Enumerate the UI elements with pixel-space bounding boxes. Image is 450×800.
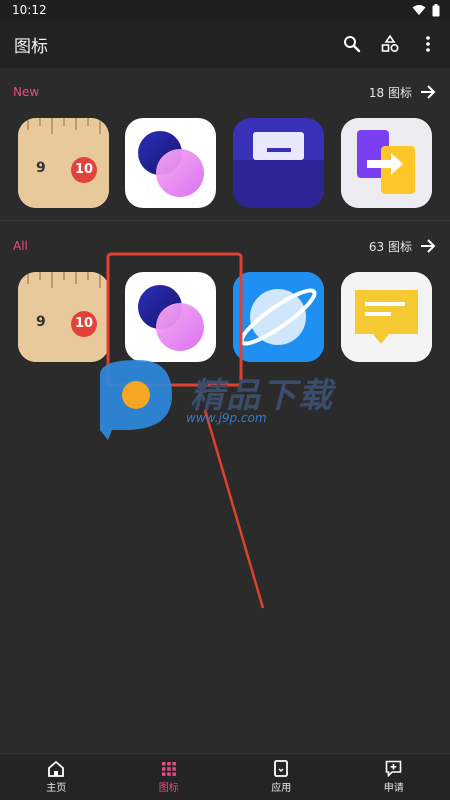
circles-app-icon[interactable] (125, 272, 216, 362)
add-box-icon (385, 760, 402, 777)
ruler-app-icon[interactable]: 9 10 (18, 272, 109, 362)
icon-row-new: 9 10 (18, 118, 432, 208)
more-vert-icon (426, 36, 430, 52)
section-new-count: 18 图标 (368, 85, 412, 100)
nav-item-icons[interactable]: 图标 (113, 754, 226, 800)
section-new-more[interactable]: 18 图标 (369, 84, 436, 101)
planet-browser-icon[interactable] (233, 272, 324, 362)
status-time: 10:12 (12, 3, 47, 17)
nav-item-apps-label: 应用 (271, 783, 292, 794)
nav-item-home-label: 主页 (46, 782, 67, 794)
status-bar: 10:12 (0, 0, 450, 20)
watermark-text: 精品下载 (190, 376, 334, 416)
battery-icon (432, 3, 440, 16)
arrow-right-icon (421, 239, 436, 253)
shapes-button[interactable] (378, 32, 402, 56)
section-all-label: All (13, 239, 28, 253)
nav-item-request-label: 申请 (383, 783, 404, 794)
device-icon (274, 760, 289, 777)
section-divider (0, 220, 450, 221)
watermark-logo (100, 360, 172, 440)
section-new-header: New 18 图标 (0, 77, 450, 107)
grid-icon (161, 761, 176, 776)
section-all-count: 63 图标 (368, 239, 412, 254)
ruler-number-left: 9 (36, 160, 46, 176)
app-bar: 图标 (0, 20, 450, 68)
ruler-number-left: 9 (36, 314, 46, 330)
bottom-nav: 主页 图标 应用 申请 (0, 753, 450, 800)
search-icon (344, 36, 361, 53)
more-options-button[interactable] (416, 32, 440, 56)
section-all-header: All 63 图标 (0, 231, 450, 261)
nav-item-request[interactable]: 申请 (338, 754, 450, 800)
section-new-label: New (13, 85, 40, 99)
wifi-icon (412, 5, 426, 15)
arrow-right-icon (421, 85, 436, 99)
shapes-icon (381, 35, 399, 53)
watermark-url: www.j9p.com (186, 411, 267, 425)
ruler-number-right: 10 (75, 316, 94, 331)
message-app-icon[interactable] (341, 272, 432, 362)
status-icons (412, 3, 440, 17)
icon-row-all: 9 10 (18, 272, 432, 362)
circles-app-icon[interactable] (125, 118, 216, 208)
nav-item-home[interactable]: 主页 (0, 754, 113, 800)
page-title: 图标 (14, 36, 48, 57)
inbox-app-icon[interactable] (233, 118, 324, 208)
ruler-app-icon[interactable]: 9 10 (18, 118, 109, 208)
nav-item-icons-label: 图标 (158, 782, 179, 794)
search-button[interactable] (340, 32, 364, 56)
nav-item-apps[interactable]: 应用 (225, 754, 338, 800)
section-all-more[interactable]: 63 图标 (369, 238, 436, 255)
transfer-app-icon[interactable] (341, 118, 432, 208)
home-icon (48, 760, 65, 777)
ruler-number-right: 10 (75, 162, 94, 177)
